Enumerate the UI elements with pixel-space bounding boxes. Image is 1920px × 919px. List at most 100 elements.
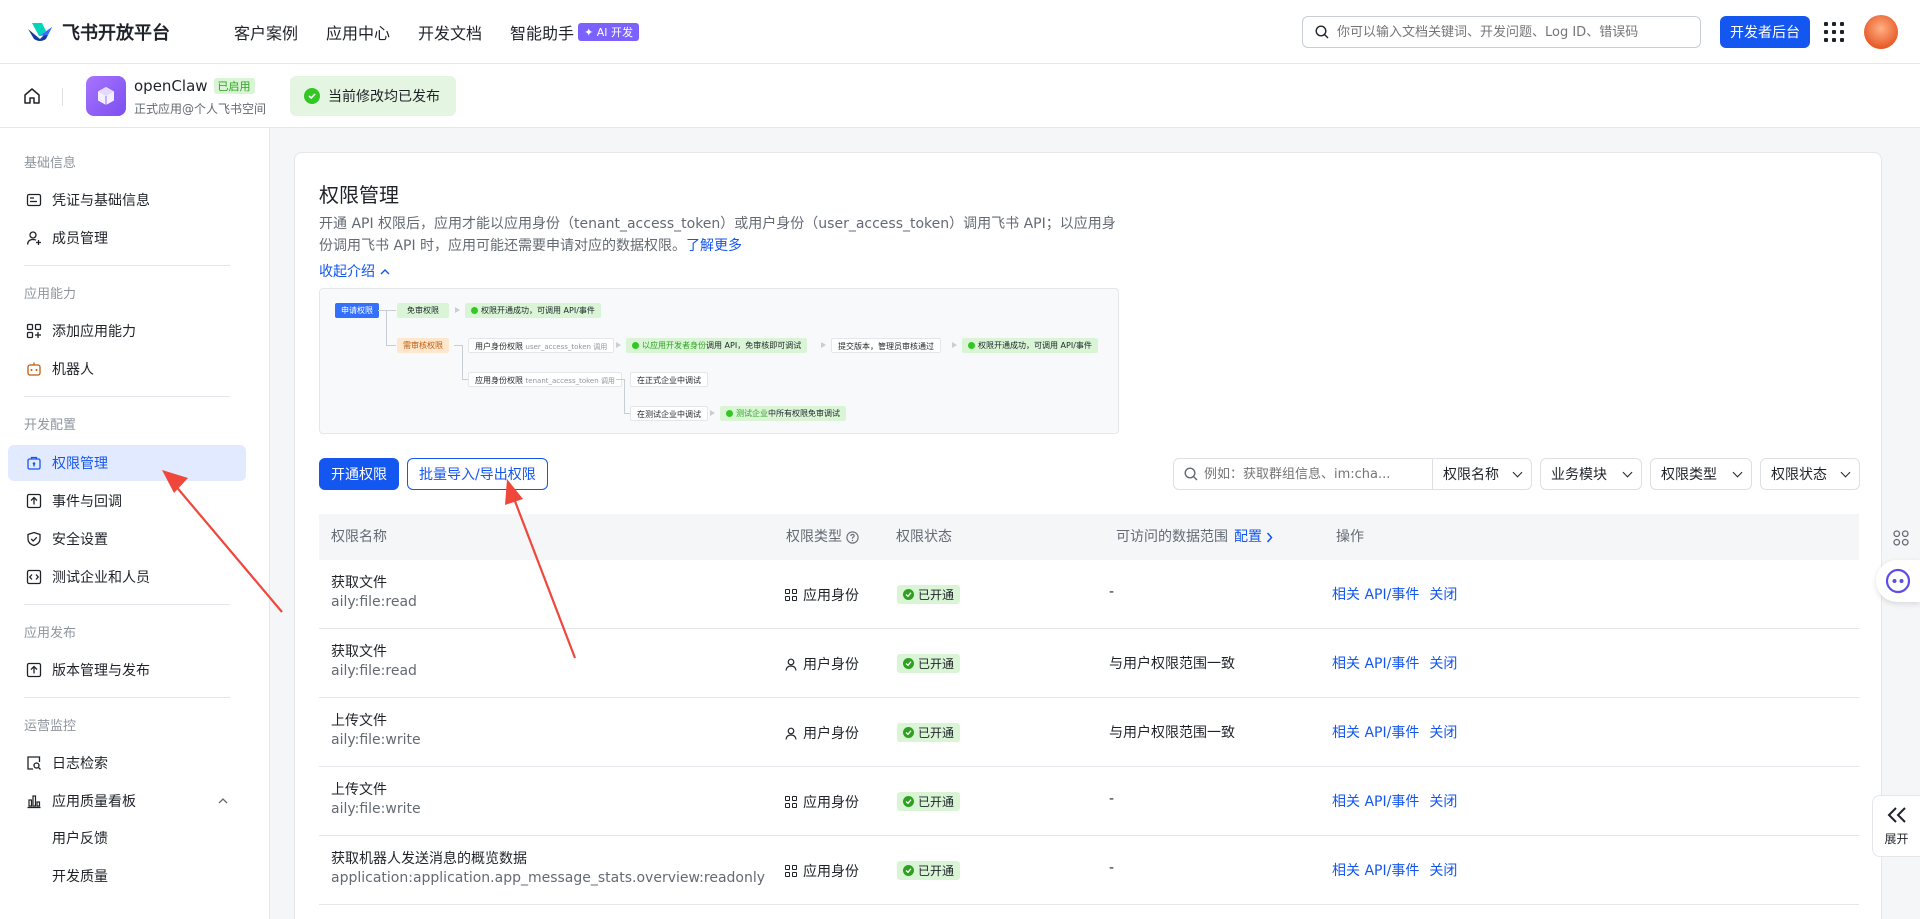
permission-cell: 获取机器人发送消息的概览数据 application:application.ap… <box>331 848 765 886</box>
ai-badge: ✦ AI 开发 <box>578 22 640 41</box>
help-circle-icon[interactable] <box>846 530 859 544</box>
flow-line <box>462 345 463 379</box>
app-name: openClaw 已启用 <box>134 77 255 95</box>
nav-customer-cases[interactable]: 客户案例 <box>234 20 298 44</box>
actions-cell: 相关 API/事件 关闭 <box>1332 791 1457 811</box>
app-grid-icon[interactable] <box>1824 22 1844 42</box>
flow-line <box>386 310 387 345</box>
permission-name: 获取文件 <box>331 644 387 660</box>
home-icon[interactable] <box>22 86 42 106</box>
top-navbar: 飞书开放平台 客户案例 应用中心 开发文档 智能助手 ✦ AI 开发 开发者后台 <box>0 0 1920 64</box>
permission-search-input[interactable] <box>1204 466 1424 482</box>
permission-name: 上传文件 <box>331 713 387 729</box>
open-permission-button[interactable]: 开通权限 <box>319 458 399 490</box>
nav-app-center[interactable]: 应用中心 <box>326 20 390 44</box>
floating-shortcut[interactable] <box>1881 520 1920 556</box>
table-row: 获取文件 aily:file:read 用户身份 已开通 与用户权限范围一致 相关… <box>319 629 1859 698</box>
nav-ai-assistant[interactable]: 智能助手 ✦ AI 开发 <box>510 20 640 44</box>
column-actions: 操作 <box>1336 529 1364 545</box>
flow-line <box>386 345 396 346</box>
scope-cell: 与用户权限范围一致 <box>1109 725 1235 741</box>
user-avatar[interactable] <box>1864 15 1898 49</box>
permission-search[interactable] <box>1173 458 1433 490</box>
sidebar-item-label: 版本管理与发布 <box>52 663 150 679</box>
related-api-link[interactable]: 相关 API/事件 <box>1332 863 1419 879</box>
chevron-up-icon[interactable] <box>218 797 228 804</box>
permission-cell: 上传文件 aily:file:write <box>331 710 421 748</box>
filter-permission-status[interactable]: 权限状态 <box>1760 458 1860 490</box>
sidebar-item-events[interactable]: 事件与回调 <box>8 483 246 519</box>
table-row: 获取机器人发送消息的概览数据 application:application.ap… <box>319 836 1859 905</box>
flow-prod-debug: 在正式企业中调试 <box>630 372 708 387</box>
feishu-logo-icon <box>28 22 52 41</box>
status-badge: 已开通 <box>897 723 961 742</box>
related-api-link[interactable]: 相关 API/事件 <box>1332 656 1419 672</box>
close-permission-link[interactable]: 关闭 <box>1429 656 1457 672</box>
flow-tenant-token: tenant_access_token 调用 <box>525 377 615 385</box>
expand-panel-button[interactable]: 展开 <box>1872 795 1920 857</box>
sidebar: 基础信息 凭证与基础信息 成员管理 应用能力 添加应用能力 机器人 开发配置 权… <box>0 128 270 919</box>
scope-cell: 与用户权限范围一致 <box>1109 656 1235 672</box>
flow-dev-call-pre: 以应用开发者身份 <box>642 341 706 350</box>
close-permission-link[interactable]: 关闭 <box>1429 863 1457 879</box>
related-api-link[interactable]: 相关 API/事件 <box>1332 725 1419 741</box>
close-permission-link[interactable]: 关闭 <box>1429 587 1457 603</box>
app-name-text: openClaw <box>134 77 208 95</box>
filter-permission-name[interactable]: 权限名称 <box>1432 458 1532 490</box>
table-row: 获取文件 aily:file:read 应用身份 已开通 - 相关 API/事件关… <box>319 560 1859 629</box>
flow-final-result-text: 权限开通成功，可调用 API/事件 <box>978 341 1092 350</box>
table-row: 上传文件 aily:file:write 用户身份 已开通 与用户权限范围一致 相… <box>319 698 1859 767</box>
sidebar-group-ops: 运营监控 <box>24 719 77 734</box>
sidebar-item-credentials[interactable]: 凭证与基础信息 <box>8 182 246 218</box>
upload-box-icon <box>26 662 42 678</box>
close-permission-link[interactable]: 关闭 <box>1429 794 1457 810</box>
divider <box>24 697 230 698</box>
sidebar-subitem-feedback[interactable]: 用户反馈 <box>52 821 108 857</box>
type-text: 应用身份 <box>803 588 859 604</box>
status-cell: 已开通 <box>897 654 961 673</box>
related-api-link[interactable]: 相关 API/事件 <box>1332 794 1419 810</box>
type-text: 用户身份 <box>803 657 859 673</box>
robot-icon <box>26 361 42 377</box>
doc-search-input[interactable] <box>1337 24 1677 40</box>
sidebar-item-label: 事件与回调 <box>52 494 122 510</box>
column-permission-name: 权限名称 <box>331 529 387 545</box>
sidebar-item-test-tenant[interactable]: 测试企业和人员 <box>8 559 246 595</box>
doc-search[interactable] <box>1302 16 1701 48</box>
status-text: 已开通 <box>918 864 955 878</box>
sidebar-item-versions[interactable]: 版本管理与发布 <box>8 652 246 688</box>
learn-more-link[interactable]: 了解更多 <box>686 238 742 254</box>
permission-flow-diagram: 申请权限 免审权限 权限开通成功，可调用 API/事件 需审核权限 用户身份权限… <box>319 288 1119 434</box>
ai-assistant-float[interactable] <box>1876 560 1920 602</box>
sidebar-item-logs[interactable]: 日志检索 <box>8 745 246 781</box>
sidebar-subitem-dev-quality[interactable]: 开发质量 <box>52 859 108 895</box>
sidebar-item-add-capability[interactable]: 添加应用能力 <box>8 313 246 349</box>
dev-console-button[interactable]: 开发者后台 <box>1720 16 1810 48</box>
status-cell: 已开通 <box>897 723 961 742</box>
nav-dev-docs[interactable]: 开发文档 <box>418 20 482 44</box>
sidebar-item-label: 应用质量看板 <box>52 794 136 810</box>
related-api-link[interactable]: 相关 API/事件 <box>1332 587 1419 603</box>
logo[interactable]: 飞书开放平台 <box>26 19 206 45</box>
collapse-intro-link[interactable]: 收起介绍 <box>319 261 390 281</box>
permission-code: aily:file:write <box>331 732 421 748</box>
status-text: 已开通 <box>918 726 955 740</box>
sidebar-item-security[interactable]: 安全设置 <box>8 521 246 557</box>
filter-permission-type[interactable]: 权限类型 <box>1650 458 1752 490</box>
filter-business-module[interactable]: 业务模块 <box>1540 458 1642 490</box>
sidebar-item-quality[interactable]: 应用质量看板 <box>8 783 246 819</box>
scope-cell: - <box>1109 791 1115 807</box>
configure-scope-link[interactable]: 配置 <box>1234 514 1262 560</box>
check-circle-icon <box>903 658 914 669</box>
close-permission-link[interactable]: 关闭 <box>1429 725 1457 741</box>
status-text: 已开通 <box>918 588 955 602</box>
actions-cell: 相关 API/事件 关闭 <box>1332 653 1457 673</box>
table-header: 权限名称 权限类型 权限状态 可访问的数据范围 配置 操作 <box>319 514 1859 560</box>
sidebar-item-bot[interactable]: 机器人 <box>8 351 246 387</box>
sidebar-item-members[interactable]: 成员管理 <box>8 220 246 256</box>
chevron-down-icon <box>1622 467 1633 477</box>
nav-ai-assistant-label: 智能助手 <box>510 23 575 43</box>
sidebar-item-permissions[interactable]: 权限管理 <box>8 445 246 481</box>
batch-import-export-button[interactable]: 批量导入/导出权限 <box>407 458 548 490</box>
status-badge: 已开通 <box>897 654 961 673</box>
